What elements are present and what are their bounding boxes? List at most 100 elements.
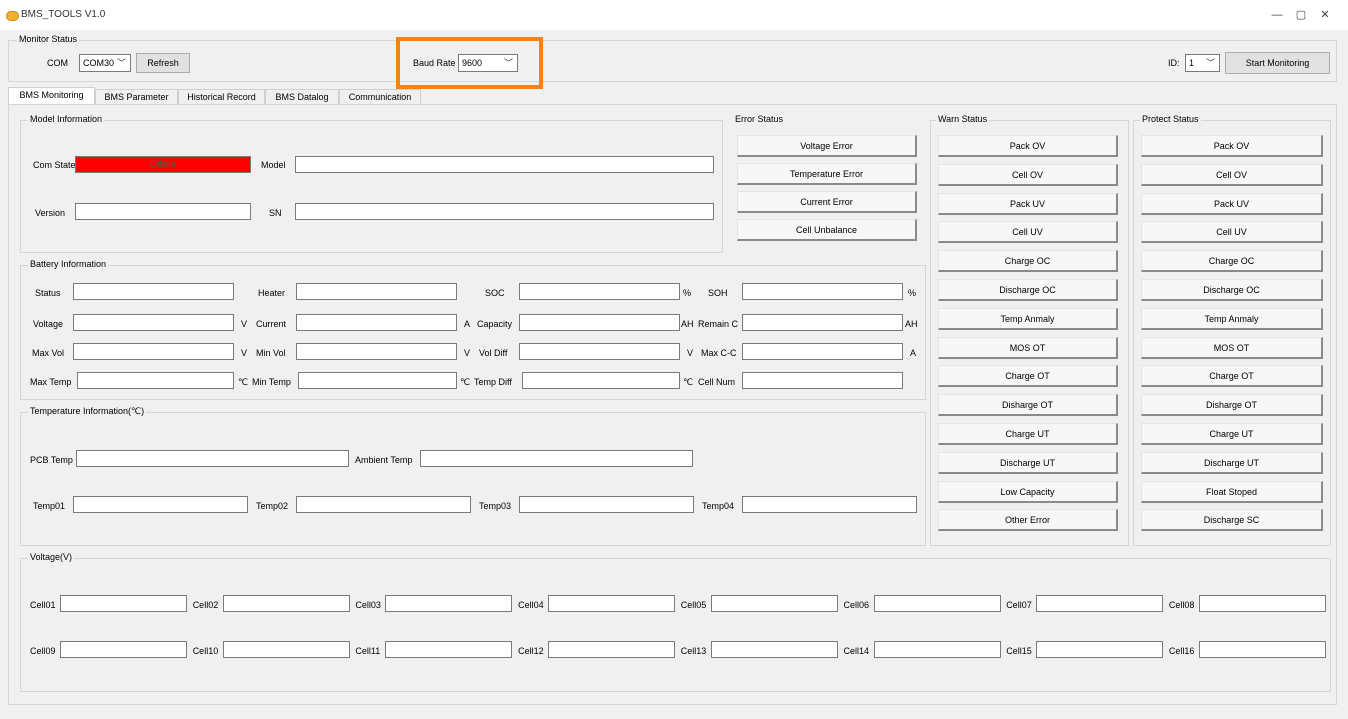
sn-field[interactable] [295,203,714,220]
com-state-indicator: Offline [75,156,251,173]
cell-voltage-field[interactable] [1036,595,1164,612]
remain-capacity-field[interactable] [742,314,903,331]
cell-voltage-field[interactable] [1198,595,1326,612]
protect-status-button[interactable]: Charge OC [1141,250,1323,273]
min-temp-field[interactable] [298,372,457,389]
soh-field[interactable] [742,283,903,300]
error-temperature-button[interactable]: Temperature Error [737,163,917,185]
voltage-group [20,558,1331,692]
error-cell-unbalance-button[interactable]: Cell Unbalance [737,219,917,241]
sn-label: SN [269,208,282,218]
heater-field[interactable] [296,283,457,300]
cell-label: Cell04 [518,600,544,610]
model-information-legend: Model Information [28,114,105,124]
temp04-field[interactable] [742,496,917,513]
voltage-field[interactable] [73,314,234,331]
warn-status-button[interactable]: Other Error [938,509,1118,532]
cell-voltage-field[interactable] [222,641,350,658]
temp01-field[interactable] [73,496,248,513]
com-value: COM30 [83,58,115,68]
cell-voltage-field[interactable] [385,595,513,612]
error-voltage-button[interactable]: Voltage Error [737,135,917,157]
battery-label: Min Temp [252,377,291,387]
cell-voltage-field[interactable] [710,641,838,658]
temp-diff-field[interactable] [522,372,680,389]
cell-voltage-field[interactable] [873,595,1001,612]
cell-voltage-field[interactable] [548,641,676,658]
status-field[interactable] [73,283,234,300]
temp03-field[interactable] [519,496,694,513]
error-current-button[interactable]: Current Error [737,191,917,213]
protect-status-button[interactable]: Discharge UT [1141,451,1323,474]
version-field[interactable] [75,203,251,220]
protect-status-button[interactable]: Temp Anmaly [1141,307,1323,330]
max-cc-field[interactable] [742,343,903,360]
close-icon[interactable]: ✕ [1302,4,1348,26]
battery-label: Status [35,288,61,298]
battery-unit: AH [681,319,694,329]
pcb-temp-field[interactable] [76,450,349,467]
cell-voltage-field[interactable] [60,595,187,612]
warn-status-button[interactable]: Low Capacity [938,480,1118,503]
tab-bms-parameter[interactable]: BMS Parameter [95,89,178,104]
temp02-field[interactable] [296,496,471,513]
warn-status-button[interactable]: Cell OV [938,163,1118,186]
com-label: COM [47,58,68,68]
ambient-temp-field[interactable] [420,450,693,467]
cell-voltage-field[interactable] [1198,641,1326,658]
warn-status-button[interactable]: Charge UT [938,423,1118,445]
cell-voltage-field[interactable] [60,641,187,658]
tab-bms-monitoring[interactable]: BMS Monitoring [8,87,95,105]
protect-status-button[interactable]: Charge OT [1141,365,1323,388]
com-select[interactable]: COM30 ﹀ [79,54,131,72]
protect-status-button[interactable]: Float Stoped [1141,480,1323,503]
warn-status-button[interactable]: Discharge UT [938,451,1118,474]
warn-status-button[interactable]: MOS OT [938,336,1118,359]
start-monitoring-button[interactable]: Start Monitoring [1225,52,1330,74]
capacity-field[interactable] [519,314,680,331]
warn-status-button[interactable]: Temp Anmaly [938,307,1118,330]
cell-voltage-field[interactable] [222,595,350,612]
protect-status-button[interactable]: Charge UT [1141,423,1323,445]
id-select[interactable]: 1 ﹀ [1185,54,1220,72]
cell-voltage-field[interactable] [385,641,513,658]
refresh-button[interactable]: Refresh [136,53,190,73]
protect-status-button[interactable]: Pack OV [1141,135,1323,157]
warn-status-button[interactable]: Cell UV [938,221,1118,244]
pcb-temp-label: PCB Temp [30,455,73,465]
warn-status-button[interactable]: Charge OC [938,250,1118,273]
warn-status-button[interactable]: Charge OT [938,365,1118,388]
cell-voltage-field[interactable] [1036,641,1164,658]
warn-status-button[interactable]: Pack UV [938,192,1118,215]
protect-status-button[interactable]: Discharge OC [1141,279,1323,301]
model-label: Model [261,160,286,170]
model-field[interactable] [295,156,714,173]
battery-label: Temp Diff [474,377,512,387]
protect-status-button[interactable]: Cell UV [1141,221,1323,244]
warn-status-button[interactable]: Pack OV [938,135,1118,157]
warn-status-button[interactable]: Disharge OT [938,394,1118,417]
tab-communication[interactable]: Communication [339,89,421,104]
max-vol-field[interactable] [73,343,234,360]
protect-status-button[interactable]: Disharge OT [1141,394,1323,417]
max-temp-field[interactable] [77,372,234,389]
temperature-information-group [20,412,926,546]
cell-num-field[interactable] [742,372,903,389]
cell-voltage-field[interactable] [710,595,838,612]
cell-voltage-field[interactable] [548,595,676,612]
version-label: Version [35,208,66,218]
warn-status-button[interactable]: Discharge OC [938,279,1118,301]
cell-voltage-field[interactable] [873,641,1001,658]
protect-status-button[interactable]: Pack UV [1141,192,1323,215]
protect-status-button[interactable]: MOS OT [1141,336,1323,359]
soc-field[interactable] [519,283,680,300]
battery-unit: ℃ [683,377,694,387]
current-field[interactable] [296,314,457,331]
min-vol-field[interactable] [296,343,457,360]
tab-bms-datalog[interactable]: BMS Datalog [265,89,339,104]
vol-diff-field[interactable] [519,343,680,360]
battery-label: Min Vol [256,348,286,358]
protect-status-button[interactable]: Discharge SC [1141,509,1323,532]
protect-status-button[interactable]: Cell OV [1141,163,1323,186]
tab-historical-record[interactable]: Historical Record [178,89,265,104]
